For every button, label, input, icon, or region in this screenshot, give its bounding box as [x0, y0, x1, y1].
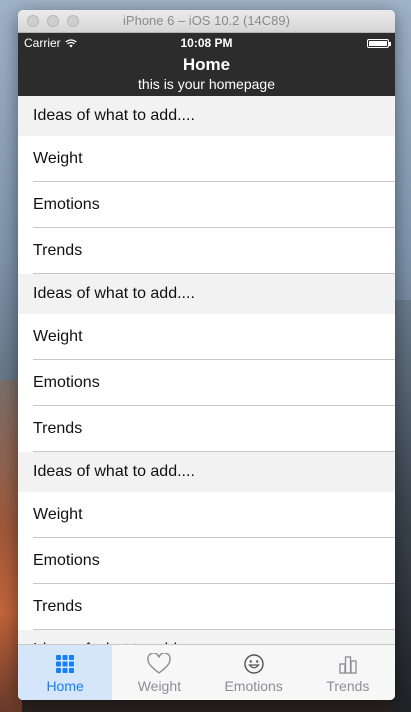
window-controls — [27, 15, 79, 27]
bar-chart-icon — [339, 656, 357, 674]
list-item-trends[interactable]: Trends — [18, 406, 395, 452]
status-bar: Carrier 10:08 PM — [18, 33, 395, 53]
tab-home[interactable]: Home — [18, 645, 113, 700]
list-item-weight[interactable]: Weight — [18, 314, 395, 360]
tab-label: Home — [46, 678, 84, 694]
list-item-trends[interactable]: Trends — [18, 584, 395, 630]
tab-emotions[interactable]: Emotions — [207, 645, 301, 700]
grid-icon — [56, 655, 75, 673]
minimize-window-button[interactable] — [47, 15, 59, 27]
list-item-emotions[interactable]: Emotions — [18, 182, 395, 228]
page-title: Home — [182, 55, 231, 74]
device-screen: Carrier 10:08 PM Home this is your homep… — [18, 33, 395, 700]
smiley-icon — [243, 654, 264, 674]
heart-icon — [147, 653, 172, 674]
tab-trends[interactable]: Trends — [301, 645, 395, 700]
battery-icon — [367, 39, 391, 48]
home-table-view[interactable]: Ideas of what to add.... Weight Emotions… — [18, 96, 395, 645]
battery-level-fill — [369, 41, 387, 46]
close-window-button[interactable] — [27, 15, 39, 27]
tab-label: Trends — [326, 678, 370, 694]
list-item-trends[interactable]: Trends — [18, 228, 395, 274]
list-item-emotions[interactable]: Emotions — [18, 360, 395, 406]
zoom-window-button[interactable] — [67, 15, 79, 27]
tab-label: Weight — [137, 678, 182, 694]
section-header: Ideas of what to add.... — [18, 274, 395, 314]
list-item-weight[interactable]: Weight — [18, 136, 395, 182]
tab-weight[interactable]: Weight — [112, 645, 206, 700]
status-time: 10:08 PM — [180, 36, 233, 50]
section-header: Ideas of what to add.... — [18, 452, 395, 492]
tab-bar: Home Weight Emotions Trends — [18, 644, 395, 700]
page-subtitle: this is your homepage — [138, 76, 275, 92]
window-titlebar[interactable]: iPhone 6 – iOS 10.2 (14C89) — [18, 10, 395, 33]
simulator-window: iPhone 6 – iOS 10.2 (14C89) Carrier 10:0… — [18, 10, 395, 700]
list-item-emotions[interactable]: Emotions — [18, 538, 395, 584]
section-header: Ideas of what to add.... — [18, 96, 395, 136]
navigation-bar: Home this is your homepage — [18, 53, 395, 96]
tab-label: Emotions — [224, 678, 283, 694]
section-header: Ideas of what to add.... — [18, 630, 395, 645]
list-item-weight[interactable]: Weight — [18, 492, 395, 538]
